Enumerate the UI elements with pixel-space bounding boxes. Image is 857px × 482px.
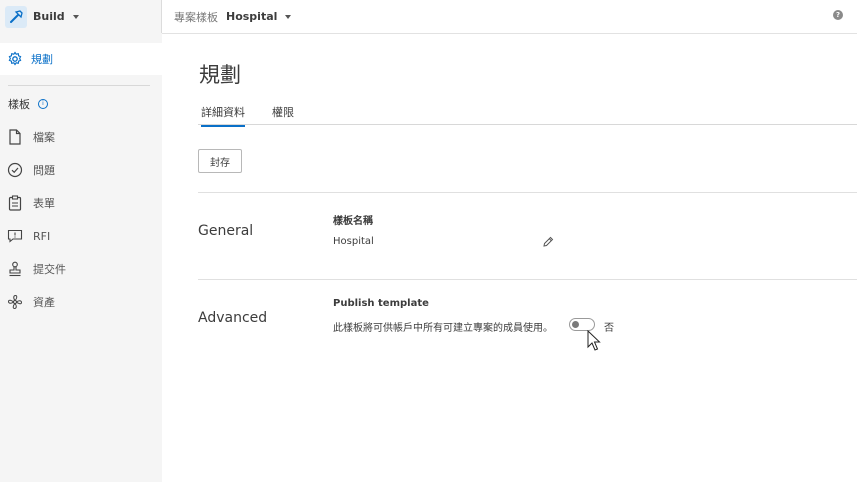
divider — [8, 85, 150, 86]
toggle-knob — [572, 321, 579, 328]
sidebar-item-files[interactable]: 檔案 — [0, 123, 162, 151]
gear-icon — [8, 51, 22, 66]
section-title: 樣板 — [8, 98, 30, 111]
sidebar-item-label: 資產 — [33, 296, 55, 309]
sidebar-section-templates: 樣板 i — [8, 96, 48, 112]
tab-permissions[interactable]: 權限 — [272, 104, 294, 125]
sidebar-item-label: 規劃 — [31, 53, 53, 66]
toggle-state-label: 否 — [604, 323, 614, 334]
sidebar-item-submittals[interactable]: 提交件 — [0, 255, 162, 283]
clipboard-icon — [7, 195, 23, 211]
sidebar-item-forms[interactable]: 表單 — [0, 189, 162, 217]
breadcrumb-label: 專案樣板 — [174, 10, 218, 24]
tab-bar: 詳細資料 權限 — [198, 100, 857, 127]
section-title-general: General — [198, 223, 254, 239]
sidebar-item-label: 檔案 — [33, 131, 55, 144]
sidebar-item-rfi[interactable]: RFI — [0, 222, 162, 250]
divider — [198, 279, 857, 280]
sidebar-item-label: 問題 — [33, 164, 55, 177]
top-bar: 專案樣板 Hospital ? — [162, 0, 857, 34]
product-switcher[interactable]: Build — [0, 0, 162, 33]
chevron-down-icon[interactable] — [285, 14, 292, 19]
sidebar-item-label: RFI — [33, 229, 51, 243]
section-title-advanced: Advanced — [198, 310, 268, 326]
chevron-down-icon — [72, 14, 79, 19]
help-icon[interactable]: ? — [833, 10, 843, 20]
rfi-icon — [7, 228, 23, 244]
sidebar-item-planning[interactable]: 規劃 — [0, 43, 162, 75]
sidebar-item-assets[interactable]: 資產 — [0, 288, 162, 316]
fan-icon — [7, 294, 23, 310]
file-icon — [7, 129, 23, 145]
sidebar-item-label: 提交件 — [33, 263, 66, 276]
stamp-icon — [7, 261, 23, 277]
info-icon[interactable]: i — [38, 99, 48, 109]
page-title: 規劃 — [199, 63, 241, 87]
template-name-label: 樣板名稱 — [333, 216, 373, 227]
sidebar: Build 規劃 樣板 i 檔案 問題 表單 RFI 提交件 資產 — [0, 0, 162, 482]
hammer-icon — [5, 5, 27, 28]
divider — [198, 192, 857, 193]
project-selector[interactable]: Hospital — [226, 10, 277, 23]
sidebar-item-label: 表單 — [33, 197, 55, 210]
pencil-icon[interactable] — [542, 236, 554, 248]
mouse-cursor-icon — [587, 330, 601, 351]
archive-button[interactable]: 封存 — [198, 149, 242, 173]
check-circle-icon — [7, 162, 23, 178]
tab-details[interactable]: 詳細資料 — [201, 104, 245, 127]
publish-template-label: Publish template — [333, 298, 429, 309]
template-name-value: Hospital — [333, 236, 374, 247]
app-name: Build — [33, 10, 65, 23]
sidebar-item-issues[interactable]: 問題 — [0, 156, 162, 184]
publish-template-description: 此樣板將可供帳戶中所有可建立專案的成員使用。 — [333, 323, 553, 334]
